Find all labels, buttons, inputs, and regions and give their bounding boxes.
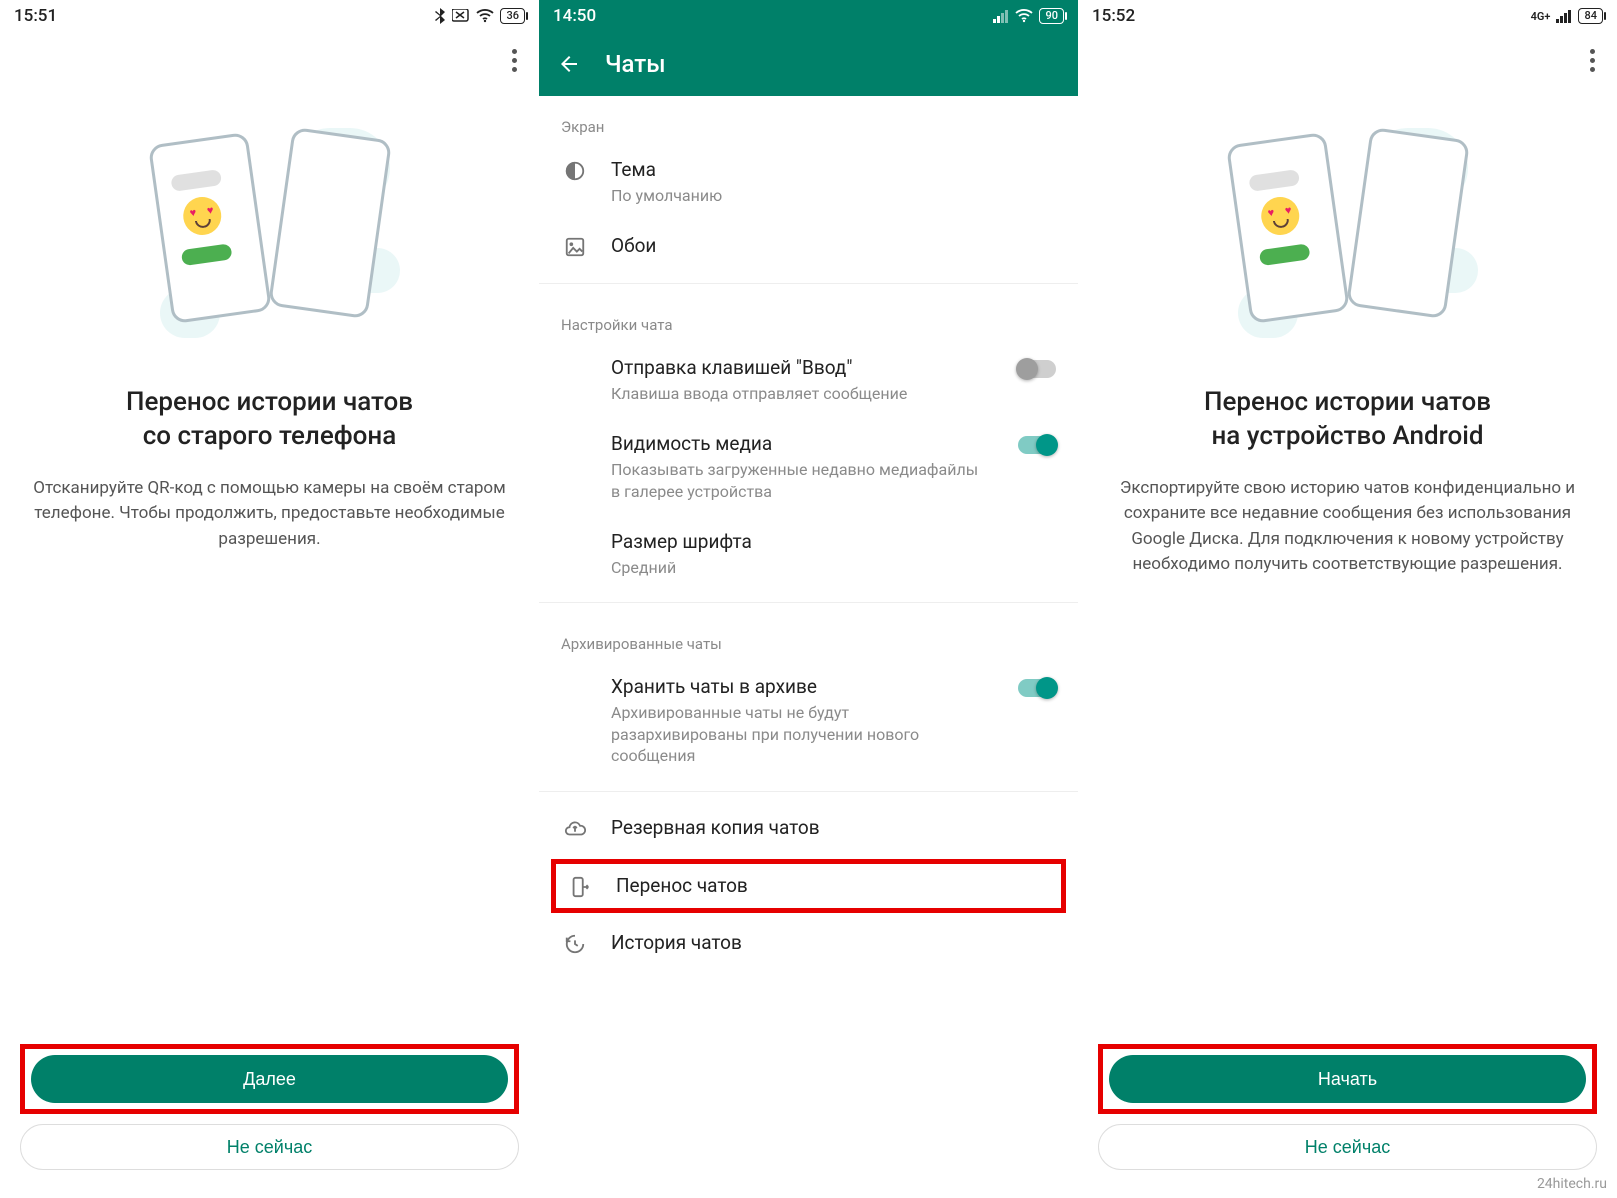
settings-list: Экран Тема По умолчанию Обои Нас <box>539 96 1078 1198</box>
signal-off-icon <box>452 9 470 23</box>
wifi-icon <box>476 9 494 23</box>
row-subtitle: Средний <box>611 557 1056 579</box>
section-display: Экран <box>539 96 1078 144</box>
status-icons: 90 <box>993 8 1064 24</box>
section-archive: Архивированные чаты <box>539 613 1078 661</box>
network-type: 4G+ <box>1531 10 1551 23</box>
theme-icon <box>561 158 589 182</box>
next-button[interactable]: Далее <box>31 1055 508 1103</box>
battery-icon: 90 <box>1039 8 1064 24</box>
headline: Перенос истории чатов со старого телефон… <box>0 386 539 454</box>
status-bar: 15:52 4G+ 84 <box>1078 0 1617 32</box>
wifi-icon <box>1015 9 1033 23</box>
row-title: Отправка клавишей "Ввод" <box>611 356 988 381</box>
battery-icon: 36 <box>500 8 525 24</box>
status-time: 15:52 <box>1092 6 1135 26</box>
overflow-menu-icon[interactable] <box>504 41 525 80</box>
status-time: 14:50 <box>553 6 596 26</box>
row-title: Видимость медиа <box>611 432 988 457</box>
screen-chat-settings: 14:50 90 Чаты Экран <box>539 0 1078 1198</box>
row-title: Резервная копия чатов <box>611 816 1056 841</box>
headline: Перенос истории чатов на устройство Andr… <box>1078 386 1617 454</box>
topbar <box>1078 32 1617 88</box>
overflow-menu-icon[interactable] <box>1582 41 1603 80</box>
body-text: Отсканируйте QR-код с помощью камеры на … <box>0 476 539 553</box>
row-title: Перенос чатов <box>616 874 1051 899</box>
topbar: Чаты <box>539 32 1078 96</box>
row-wallpaper[interactable]: Обои <box>539 220 1078 273</box>
history-icon <box>561 931 589 955</box>
section-chat: Настройки чата <box>539 294 1078 342</box>
row-media-visibility[interactable]: Видимость медиа Показывать загруженные н… <box>539 418 1078 516</box>
row-subtitle: Показывать загруженные недавно медиафайл… <box>611 459 988 502</box>
wallpaper-icon <box>561 234 589 258</box>
status-bar: 15:51 36 <box>0 0 539 32</box>
status-icons: 36 <box>434 8 525 24</box>
row-keep-archived[interactable]: Хранить чаты в архиве Архивированные чат… <box>539 661 1078 780</box>
topbar <box>0 32 539 88</box>
screen-transfer-to-android: 15:52 4G+ 84 <box>1078 0 1617 1198</box>
signal-icon <box>993 9 1009 23</box>
row-title: Хранить чаты в архиве <box>611 675 988 700</box>
cloud-upload-icon <box>561 816 589 840</box>
row-title: Размер шрифта <box>611 530 1056 555</box>
toggle-media-visibility[interactable] <box>1018 436 1056 454</box>
row-transfer[interactable]: Перенос чатов <box>556 864 1061 909</box>
battery-icon: 84 <box>1578 8 1603 24</box>
highlight-frame: Далее <box>20 1044 519 1114</box>
row-theme[interactable]: Тема По умолчанию <box>539 144 1078 220</box>
signal-icon <box>1556 9 1572 23</box>
back-icon[interactable] <box>557 52 581 76</box>
row-history[interactable]: История чатов <box>539 917 1078 970</box>
status-icons: 4G+ 84 <box>1531 8 1603 24</box>
row-subtitle: Архивированные чаты не будут разархивиро… <box>611 702 988 767</box>
body-text: Экспортируйте свою историю чатов конфиде… <box>1078 476 1617 578</box>
watermark: 24hitech.ru <box>1537 1176 1607 1192</box>
row-enter-send[interactable]: Отправка клавишей "Ввод" Клавиша ввода о… <box>539 342 1078 418</box>
row-backup[interactable]: Резервная копия чатов <box>539 802 1078 855</box>
transfer-icon <box>566 874 594 898</box>
row-subtitle: Клавиша ввода отправляет сообщение <box>611 383 988 405</box>
highlight-frame: Перенос чатов <box>551 859 1066 914</box>
not-now-button[interactable]: Не сейчас <box>20 1124 519 1170</box>
screen-transfer-from-old: 15:51 36 <box>0 0 539 1198</box>
toggle-keep-archived[interactable] <box>1018 679 1056 697</box>
row-title: Обои <box>611 234 1056 259</box>
row-font-size[interactable]: Размер шрифта Средний <box>539 516 1078 592</box>
toggle-enter-send[interactable] <box>1018 360 1056 378</box>
highlight-frame: Начать <box>1098 1044 1597 1114</box>
status-time: 15:51 <box>14 6 57 26</box>
start-button[interactable]: Начать <box>1109 1055 1586 1103</box>
illustration <box>0 128 539 338</box>
illustration <box>1078 128 1617 338</box>
row-title: История чатов <box>611 931 1056 956</box>
page-title: Чаты <box>605 50 666 78</box>
row-subtitle: По умолчанию <box>611 185 1056 207</box>
not-now-button[interactable]: Не сейчас <box>1098 1124 1597 1170</box>
bluetooth-icon <box>434 8 446 24</box>
row-title: Тема <box>611 158 1056 183</box>
status-bar: 14:50 90 <box>539 0 1078 32</box>
